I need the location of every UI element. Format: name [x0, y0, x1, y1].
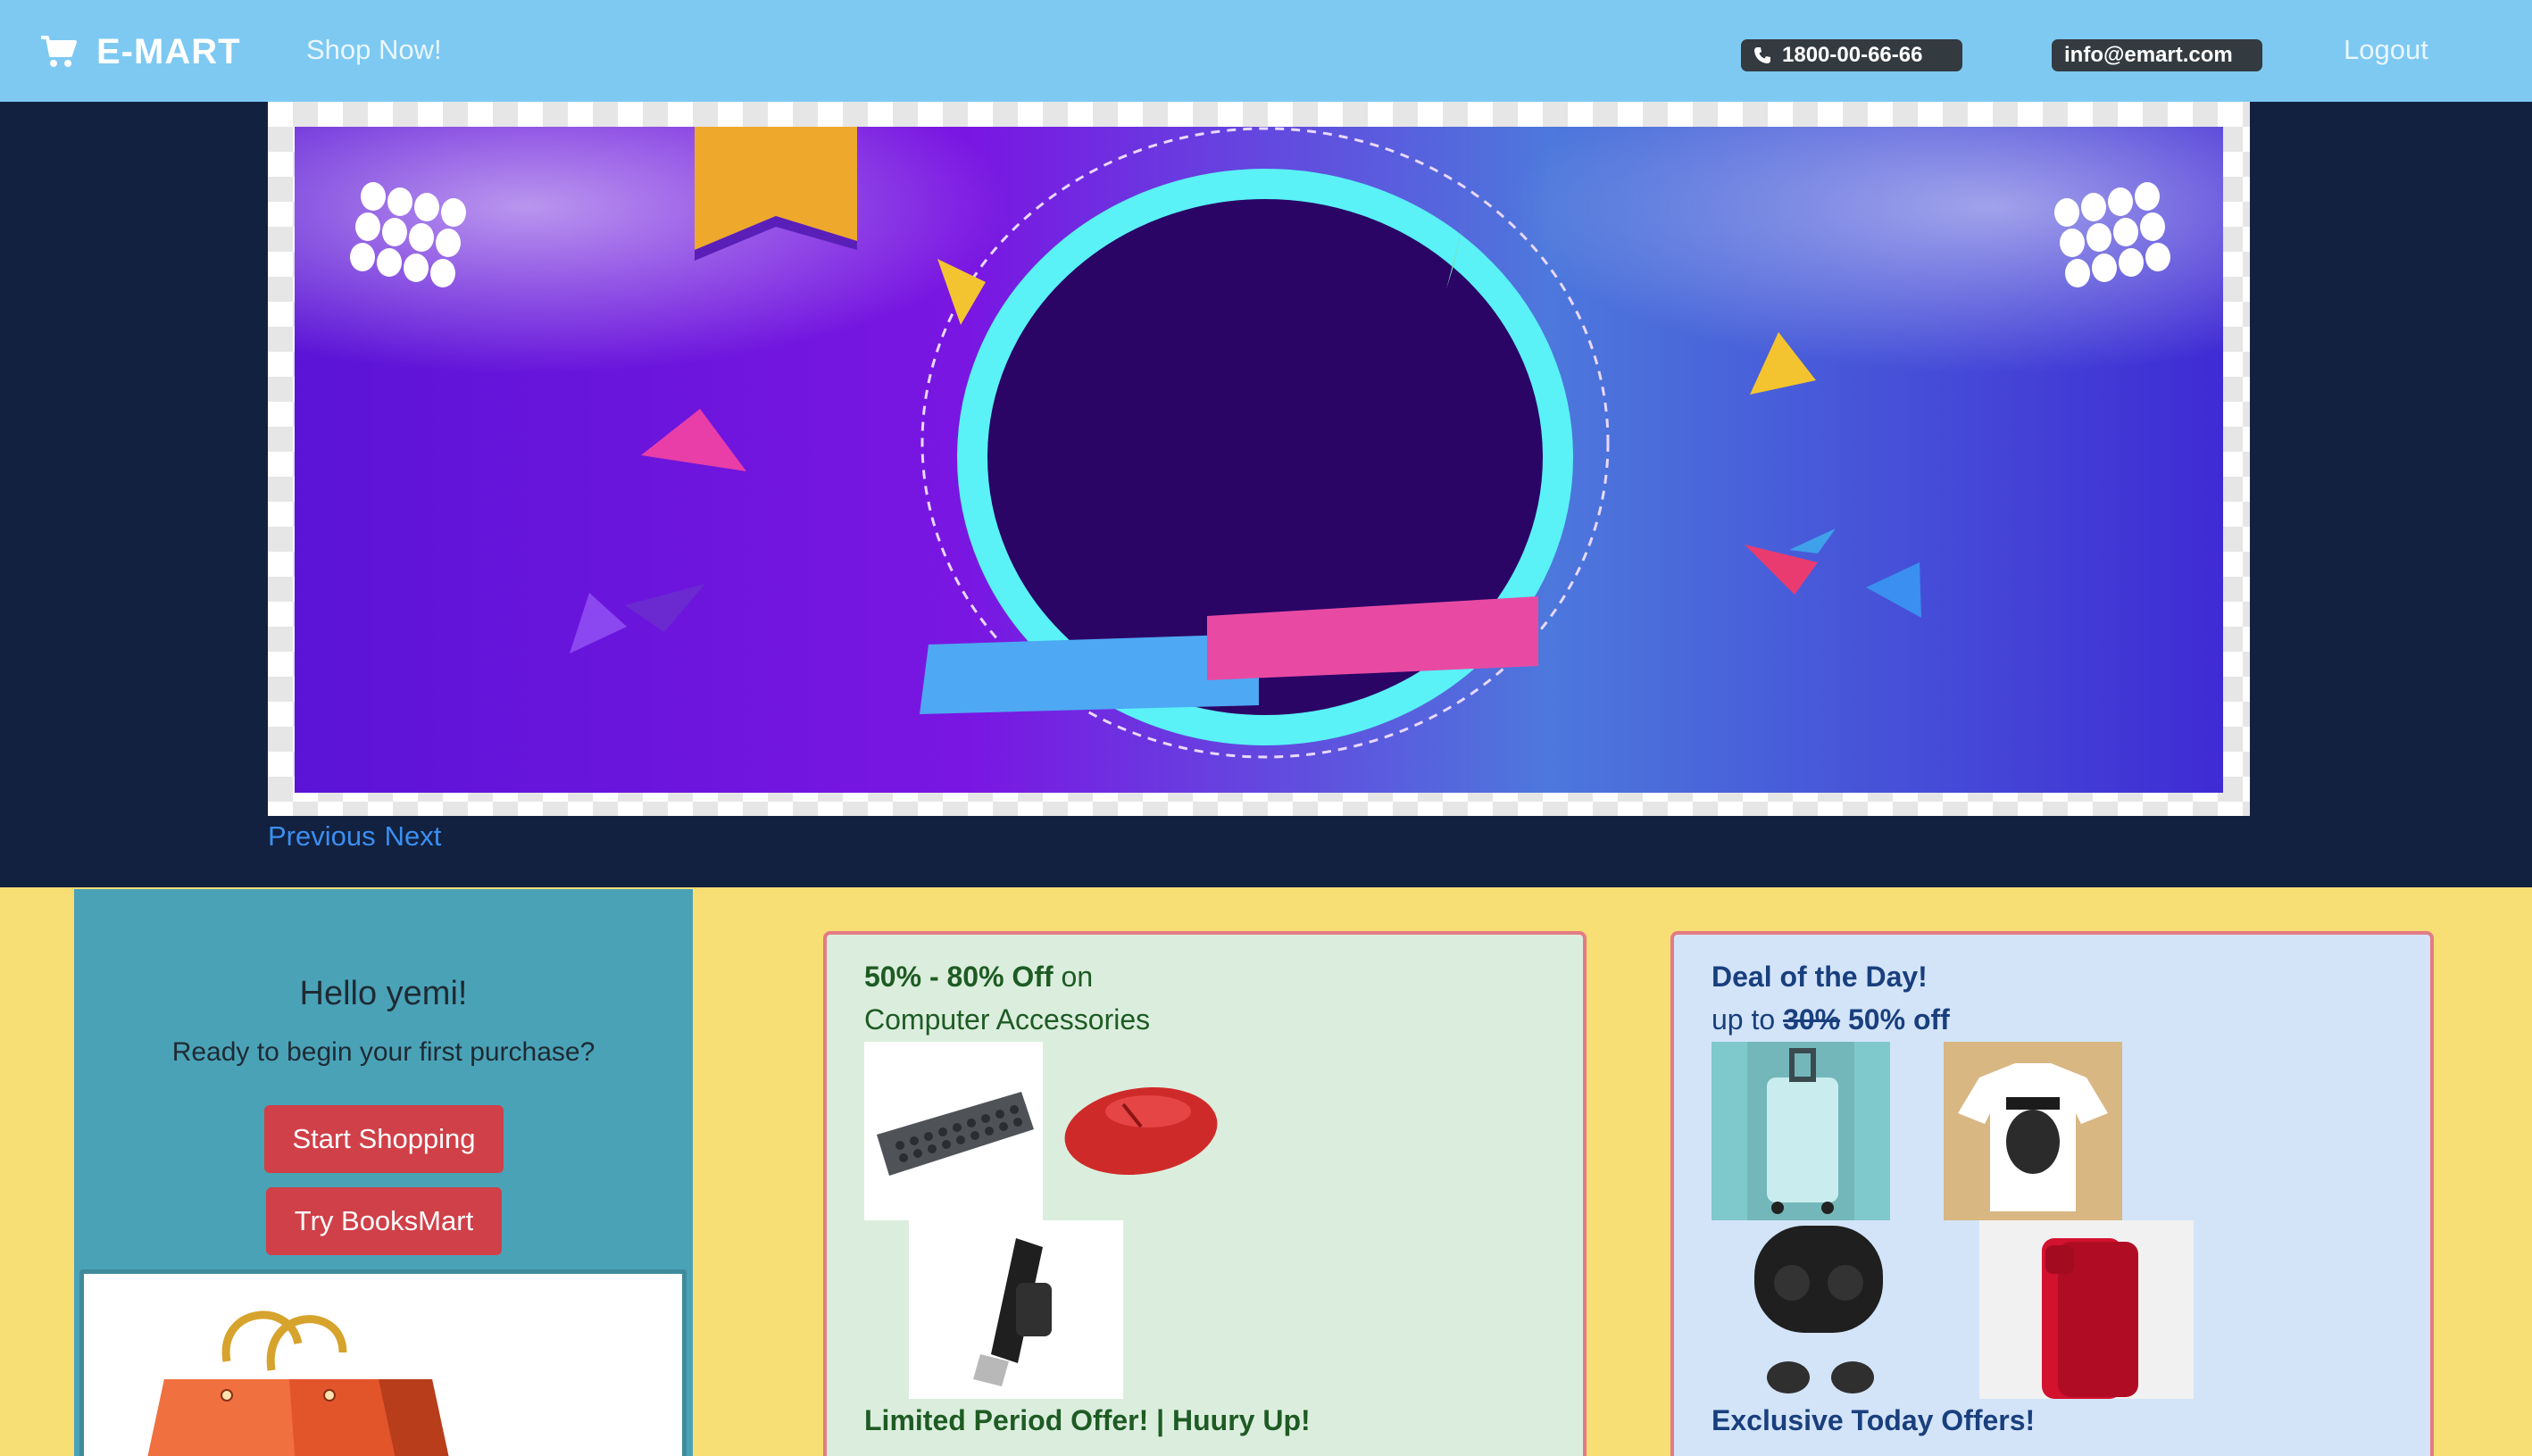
phone-badge: 1800-00-66-66 [1741, 39, 1962, 71]
welcome-panel: Hello yemi! Ready to begin your first pu… [74, 889, 693, 1456]
cart-icon [41, 36, 77, 67]
accessories-category: Computer Accessories [864, 1003, 1151, 1036]
iphone-image[interactable] [1979, 1220, 2194, 1399]
deal-discount-line: up to 30% 50% off [1712, 1003, 1950, 1036]
phone-number: 1800-00-66-66 [1782, 43, 1923, 67]
carousel-previous-link[interactable]: Previous [268, 820, 376, 853]
welcome-heading: Hello yemi! [299, 975, 468, 1012]
mouse-image[interactable] [1043, 1042, 1221, 1220]
email-badge: info@emart.com [2052, 39, 2262, 71]
shop-now-link[interactable]: Shop Now! [306, 34, 442, 66]
deal-upto-text: up to [1712, 1003, 1776, 1036]
try-booksmart-button[interactable]: Try BooksMart [266, 1187, 502, 1255]
email-address: info@emart.com [2064, 43, 2233, 67]
usb-drive-image[interactable] [909, 1220, 1123, 1399]
keyboard-image[interactable] [864, 1042, 1043, 1220]
logout-link[interactable]: Logout [2344, 34, 2428, 66]
welcome-subtitle: Ready to begin your first purchase? [171, 1037, 596, 1067]
accessories-discount: 50% - 80% Off [864, 961, 1054, 993]
shopping-bag-card [79, 1269, 687, 1456]
deal-old-discount: 30% [1783, 1003, 1841, 1036]
carousel-next-link[interactable]: Next [385, 820, 442, 853]
shopping-bag-image [147, 1310, 449, 1456]
earbuds-image[interactable] [1712, 1220, 1890, 1399]
deal-title: Deal of the Day! [1712, 961, 1928, 993]
suitcase-image[interactable] [1712, 1042, 1890, 1220]
hero-section: Previous Next [0, 102, 2532, 887]
navbar: E-MART Shop Now! 1800-00-66-66 info@emar… [0, 0, 2532, 102]
accessories-offer-headline: 50% - 80% Off on [864, 961, 1093, 994]
start-shopping-button[interactable]: Start Shopping [264, 1105, 504, 1173]
deal-of-the-day-card[interactable]: Deal of the Day! up to 30% 50% off Exclu… [1670, 931, 2434, 1456]
deal-offer-footer: Exclusive Today Offers! [1712, 1404, 2036, 1436]
carousel [268, 102, 2250, 816]
promo-banner-image [295, 127, 2223, 793]
phone-icon [1754, 47, 1770, 63]
accessories-on-text: on [1061, 961, 1094, 993]
tshirt-image[interactable] [1944, 1042, 2122, 1220]
accessories-offer-card[interactable]: 50% - 80% Off on Computer Accessories Li… [823, 931, 1587, 1456]
deal-new-discount: 50% off [1848, 1003, 1950, 1036]
carousel-controls: Previous Next [268, 820, 441, 853]
brand-name: E-MART [96, 31, 241, 71]
brand-link[interactable]: E-MART [39, 27, 241, 77]
accessories-offer-footer: Limited Period Offer! | Huury Up! [864, 1404, 1311, 1436]
